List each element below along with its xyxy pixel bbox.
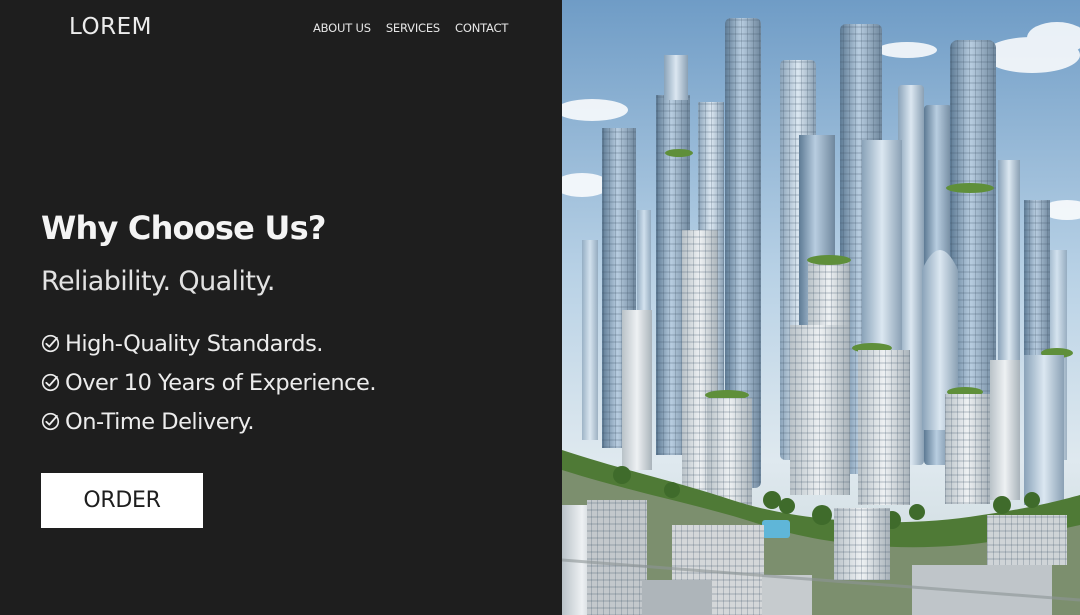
hero-panel: LOREM ABOUT US SERVICES CONTACT Why Choo… xyxy=(0,0,562,615)
feature-label: On-Time Delivery. xyxy=(65,408,255,435)
check-circle-icon xyxy=(41,412,60,431)
city-skyline-image xyxy=(562,0,1080,615)
nav-services[interactable]: SERVICES xyxy=(386,21,440,35)
feature-list: High-Quality Standards. Over 10 Years of… xyxy=(41,324,377,441)
hero-subtitle: Reliability. Quality. xyxy=(41,266,275,297)
check-circle-icon xyxy=(41,373,60,392)
nav-contact[interactable]: CONTACT xyxy=(455,21,508,35)
feature-item: High-Quality Standards. xyxy=(41,324,376,363)
main-nav: ABOUT US SERVICES CONTACT xyxy=(313,21,508,35)
feature-label: Over 10 Years of Experience. xyxy=(65,369,377,396)
feature-label: High-Quality Standards. xyxy=(65,330,323,357)
city-skyline-icon xyxy=(562,0,1080,615)
hero-title: Why Choose Us? xyxy=(41,209,326,247)
feature-item: On-Time Delivery. xyxy=(41,402,376,441)
check-circle-icon xyxy=(41,334,60,353)
hero-content: Why Choose Us? Reliability. Quality. Hig… xyxy=(41,206,377,441)
nav-about-us[interactable]: ABOUT US xyxy=(313,21,371,35)
logo[interactable]: LOREM xyxy=(69,14,152,40)
order-button[interactable]: ORDER xyxy=(41,473,203,528)
feature-item: Over 10 Years of Experience. xyxy=(41,363,377,402)
landing-page: LOREM ABOUT US SERVICES CONTACT Why Choo… xyxy=(0,0,1080,615)
